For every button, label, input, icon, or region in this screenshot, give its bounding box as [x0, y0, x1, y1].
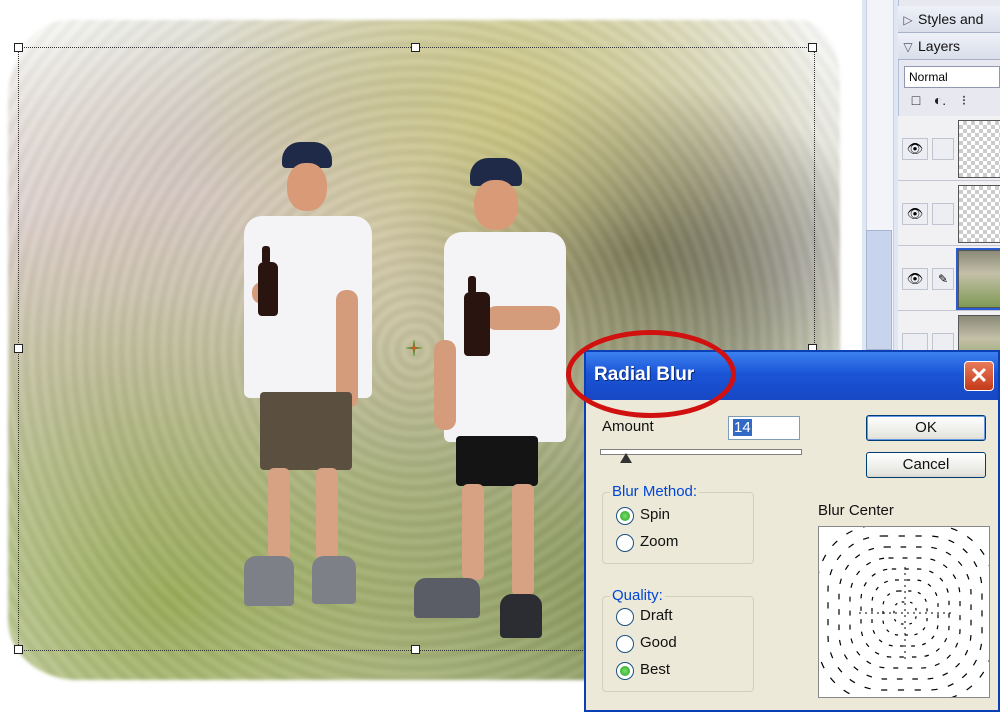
spin-ring — [819, 527, 989, 697]
amount-input[interactable]: 14 — [728, 416, 800, 440]
visibility-eye-icon[interactable]: 👁 — [902, 203, 928, 225]
cancel-button[interactable]: Cancel — [866, 452, 986, 478]
blur-center-label: Blur Center — [818, 502, 894, 519]
adjustment-layer-icon[interactable]: ◐. — [928, 92, 952, 108]
selection-handle-bottom-left[interactable] — [14, 645, 23, 654]
quality-label: Quality: — [610, 587, 665, 604]
visibility-eye-icon[interactable]: 👁 — [902, 268, 928, 290]
good-radio[interactable] — [616, 635, 634, 653]
blur-method-label: Blur Method: — [610, 483, 700, 500]
new-layer-icon[interactable]: □ — [904, 92, 928, 108]
spin-ring — [871, 579, 939, 647]
amount-label: Amount — [602, 418, 654, 435]
selection-handle-top-center[interactable] — [411, 43, 420, 52]
layer-row[interactable]: 👁 — [898, 116, 1000, 181]
spin-ring — [893, 601, 917, 625]
layer-row[interactable]: 👁 — [898, 181, 1000, 246]
ok-button[interactable]: OK — [866, 415, 986, 441]
layer-row-selected[interactable]: 👁 ✎ — [898, 246, 1000, 311]
spin-radio[interactable] — [616, 507, 634, 525]
blur-method-group — [602, 492, 754, 564]
best-radio[interactable] — [616, 662, 634, 680]
layer-thumbnail — [958, 185, 1000, 243]
red-highlight-ellipse — [566, 330, 736, 418]
zoom-radio[interactable] — [616, 534, 634, 552]
expand-triangle-icon: ▷ — [903, 13, 913, 27]
paintbrush-icon[interactable]: ✎ — [932, 268, 954, 290]
draft-radio[interactable] — [616, 608, 634, 626]
layer-tools: □ ◐. ⁝ — [904, 92, 1000, 114]
spin-ring — [838, 546, 972, 680]
spin-ring — [827, 535, 983, 691]
spin-ring — [860, 568, 950, 658]
blend-mode-select[interactable]: Normal — [904, 66, 1000, 88]
layer-link-icon[interactable] — [932, 138, 954, 160]
draft-label[interactable]: Draft — [640, 607, 673, 624]
zoom-label[interactable]: Zoom — [640, 533, 678, 550]
close-icon[interactable]: ✕ — [964, 361, 994, 391]
spin-label[interactable]: Spin — [640, 506, 670, 523]
selection-handle-top-right[interactable] — [808, 43, 817, 52]
selection-handle-top-left[interactable] — [14, 43, 23, 52]
selection-handle-middle-left[interactable] — [14, 344, 23, 353]
layer-link-icon[interactable] — [932, 203, 954, 225]
amount-slider-thumb[interactable] — [620, 453, 632, 463]
layers-panel-header[interactable]: ▽ Layers — [898, 33, 1000, 60]
selection-handle-bottom-center[interactable] — [411, 645, 420, 654]
layer-thumbnail — [956, 248, 1000, 310]
layer-thumbnail — [958, 120, 1000, 178]
good-label[interactable]: Good — [640, 634, 677, 651]
more-options-icon[interactable]: ⁝ — [952, 92, 976, 109]
visibility-eye-icon[interactable]: 👁 — [902, 138, 928, 160]
styles-panel-header[interactable]: ▷ Styles and — [898, 6, 1000, 33]
palette-scroll-thumb[interactable] — [866, 230, 892, 350]
best-label[interactable]: Best — [640, 661, 670, 678]
collapse-triangle-icon: ▽ — [903, 40, 913, 54]
blur-center-preview[interactable] — [818, 526, 990, 698]
